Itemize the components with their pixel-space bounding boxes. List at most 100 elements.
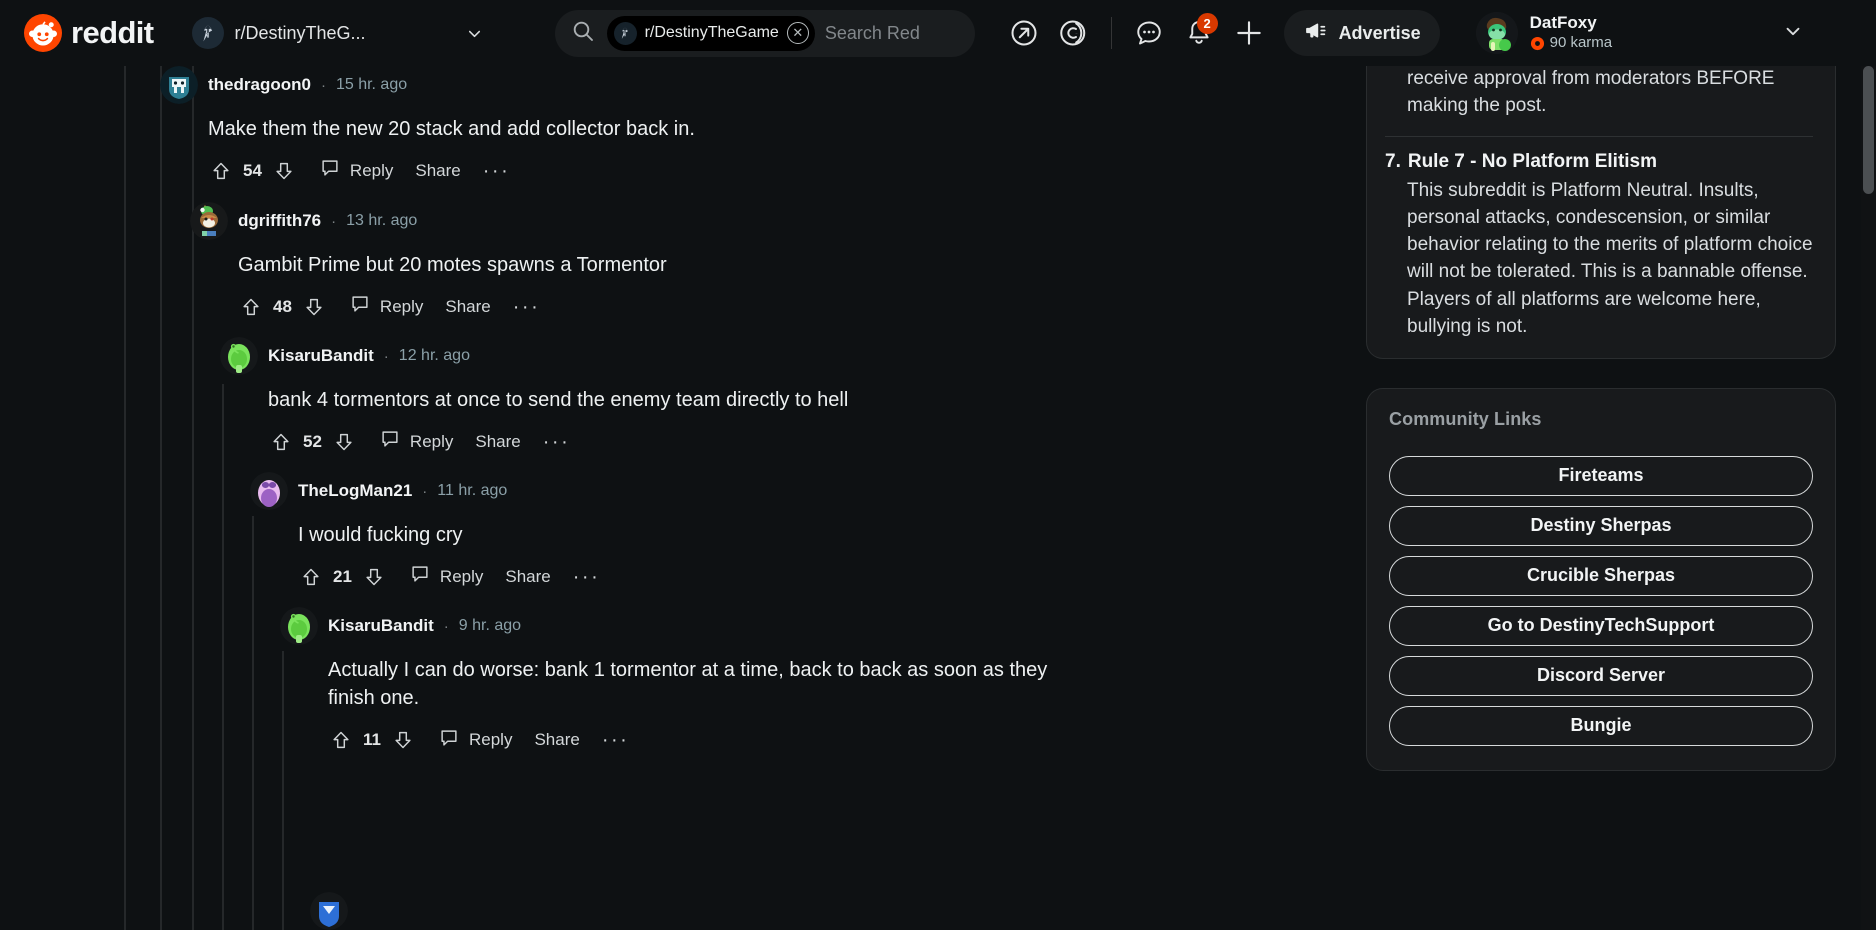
share-label: Share	[415, 160, 461, 180]
external-link-icon[interactable]	[1001, 10, 1047, 56]
comment-body: Gambit Prime but 20 motes spawns a Torme…	[238, 254, 667, 276]
comment-header: TheLogMan21 · 11 hr. ago	[250, 472, 1170, 510]
advertise-label: Advertise	[1338, 22, 1421, 43]
reply-button[interactable]: Reply	[319, 157, 393, 184]
more-options-icon[interactable]: ···	[543, 432, 570, 452]
separator: ·	[422, 482, 428, 500]
vote-group: 11	[328, 727, 416, 753]
reply-button[interactable]: Reply	[379, 428, 453, 455]
notification-badge: 2	[1196, 13, 1218, 34]
create-post-plus-icon[interactable]	[1226, 10, 1272, 56]
reddit-home-logo[interactable]: reddit	[24, 14, 154, 52]
share-button[interactable]: Share	[415, 161, 460, 181]
community-link-crucible-sherpas[interactable]: Crucible Sherpas	[1389, 555, 1813, 596]
page-scrollbar-track[interactable]	[1861, 66, 1876, 930]
reply-button[interactable]: Reply	[438, 727, 512, 754]
share-button[interactable]: Share	[475, 432, 520, 452]
vote-count: 11	[363, 730, 381, 750]
comment-bubble-icon	[438, 727, 460, 754]
comment-timestamp: 13 hr. ago	[346, 212, 418, 229]
upvote-icon[interactable]	[268, 429, 294, 455]
downvote-icon[interactable]	[271, 158, 297, 184]
comment-actions: 11 Reply Share ···	[280, 727, 1070, 754]
rule-number: 7.	[1385, 150, 1401, 172]
avatar[interactable]	[190, 202, 228, 240]
comment: TheLogMan21 · 11 hr. ago I would fucking…	[250, 472, 1170, 590]
share-label: Share	[505, 566, 551, 586]
advertise-button[interactable]: Advertise	[1283, 10, 1440, 56]
downvote-icon[interactable]	[390, 727, 416, 753]
avatar[interactable]	[250, 472, 288, 510]
karma-label: 90 karma	[1530, 35, 1612, 52]
comment-body: Make them the new 20 stack and add colle…	[208, 118, 695, 140]
downvote-icon[interactable]	[361, 564, 387, 590]
avatar	[1475, 12, 1518, 54]
community-name: r/DestinyTheG...	[234, 22, 366, 43]
main-content-area: thedragoon0 · 15 hr. ago Make them the n…	[0, 66, 1876, 930]
share-label: Share	[534, 730, 580, 750]
page-scrollbar-thumb[interactable]	[1863, 66, 1874, 194]
reply-button[interactable]: Reply	[409, 563, 483, 590]
comment-timestamp: 11 hr. ago	[437, 482, 508, 499]
downvote-icon[interactable]	[301, 294, 327, 320]
comment: dgriffith76 · 13 hr. ago Gambit Prime bu…	[190, 202, 1170, 320]
comment-author[interactable]: KisaruBandit	[328, 616, 434, 636]
upvote-icon[interactable]	[208, 158, 234, 184]
rule-title-label: Rule 7 - No Platform Elitism	[1407, 150, 1658, 172]
comment-author[interactable]: TheLogMan21	[298, 481, 412, 501]
more-options-icon[interactable]: ···	[573, 567, 600, 587]
clear-search-scope-icon[interactable]: ✕	[786, 22, 809, 44]
comment-author[interactable]: dgriffith76	[238, 211, 321, 231]
comment-author[interactable]: KisaruBandit	[268, 346, 374, 366]
more-options-icon[interactable]: ···	[513, 297, 540, 317]
rule-item-title[interactable]: 7. Rule 7 - No Platform Elitism	[1385, 151, 1813, 173]
community-selector[interactable]: r/DestinyTheG...	[188, 12, 493, 54]
divider	[1385, 135, 1813, 137]
header-action-icons: 2	[1001, 10, 1272, 56]
avatar[interactable]	[220, 337, 258, 375]
community-link-destinytechsupport[interactable]: Go to DestinyTechSupport	[1389, 605, 1813, 646]
reddit-coin-icon[interactable]	[1051, 10, 1097, 56]
reply-button[interactable]: Reply	[349, 293, 423, 320]
avatar[interactable]	[160, 66, 198, 104]
comment-header: thedragoon0 · 15 hr. ago	[160, 66, 1160, 104]
chevron-down-icon[interactable]	[465, 23, 485, 43]
comment-author[interactable]: thedragoon0	[208, 75, 311, 95]
reply-label: Reply	[409, 431, 454, 451]
community-link-destiny-sherpas[interactable]: Destiny Sherpas	[1389, 505, 1813, 546]
upvote-icon[interactable]	[328, 727, 354, 753]
comment: KisaruBandit · 12 hr. ago bank 4 torment…	[220, 337, 1170, 455]
comment-body: Actually I can do worse: bank 1 tormento…	[328, 659, 1048, 710]
comment-header: KisaruBandit · 9 hr. ago	[280, 607, 1070, 645]
vote-group: 48	[238, 294, 327, 320]
community-link-discord-server[interactable]: Discord Server	[1389, 655, 1813, 696]
chat-bubble-icon[interactable]	[1126, 10, 1172, 56]
downvote-icon[interactable]	[331, 429, 357, 455]
vote-count: 52	[303, 431, 322, 451]
community-link-bungie[interactable]: Bungie	[1389, 705, 1813, 746]
comment: thedragoon0 · 15 hr. ago Make them the n…	[160, 66, 1160, 184]
share-button[interactable]: Share	[534, 730, 579, 750]
search-scope-chip[interactable]: r/DestinyTheGame ✕	[606, 15, 815, 51]
comment-bubble-icon	[379, 428, 401, 455]
chevron-down-icon[interactable]	[1782, 20, 1804, 47]
more-options-icon[interactable]: ···	[483, 161, 510, 181]
share-button[interactable]: Share	[445, 297, 490, 317]
community-link-fireteams[interactable]: Fireteams	[1389, 455, 1813, 496]
more-options-icon[interactable]: ···	[602, 730, 629, 750]
search-input[interactable]	[824, 22, 965, 44]
notifications-bell-icon[interactable]: 2	[1176, 10, 1222, 56]
community-links-card: Community Links Fireteams Destiny Sherpa…	[1366, 387, 1836, 771]
share-button[interactable]: Share	[505, 567, 550, 587]
rule-continuation-text: receive approval from moderators BEFORE …	[1407, 68, 1775, 116]
separator: ·	[383, 347, 389, 365]
comment: KisaruBandit · 9 hr. ago Actually I can …	[280, 607, 1070, 754]
avatar[interactable]	[280, 607, 318, 645]
upvote-icon[interactable]	[238, 294, 264, 320]
avatar[interactable]	[310, 892, 348, 930]
search-bar[interactable]: r/DestinyTheGame ✕	[554, 9, 975, 57]
user-menu[interactable]: DatFoxy 90 karma	[1470, 7, 1811, 59]
upvote-icon[interactable]	[298, 564, 324, 590]
search-scope-label: r/DestinyTheGame	[644, 24, 779, 41]
separator: ·	[331, 212, 337, 230]
